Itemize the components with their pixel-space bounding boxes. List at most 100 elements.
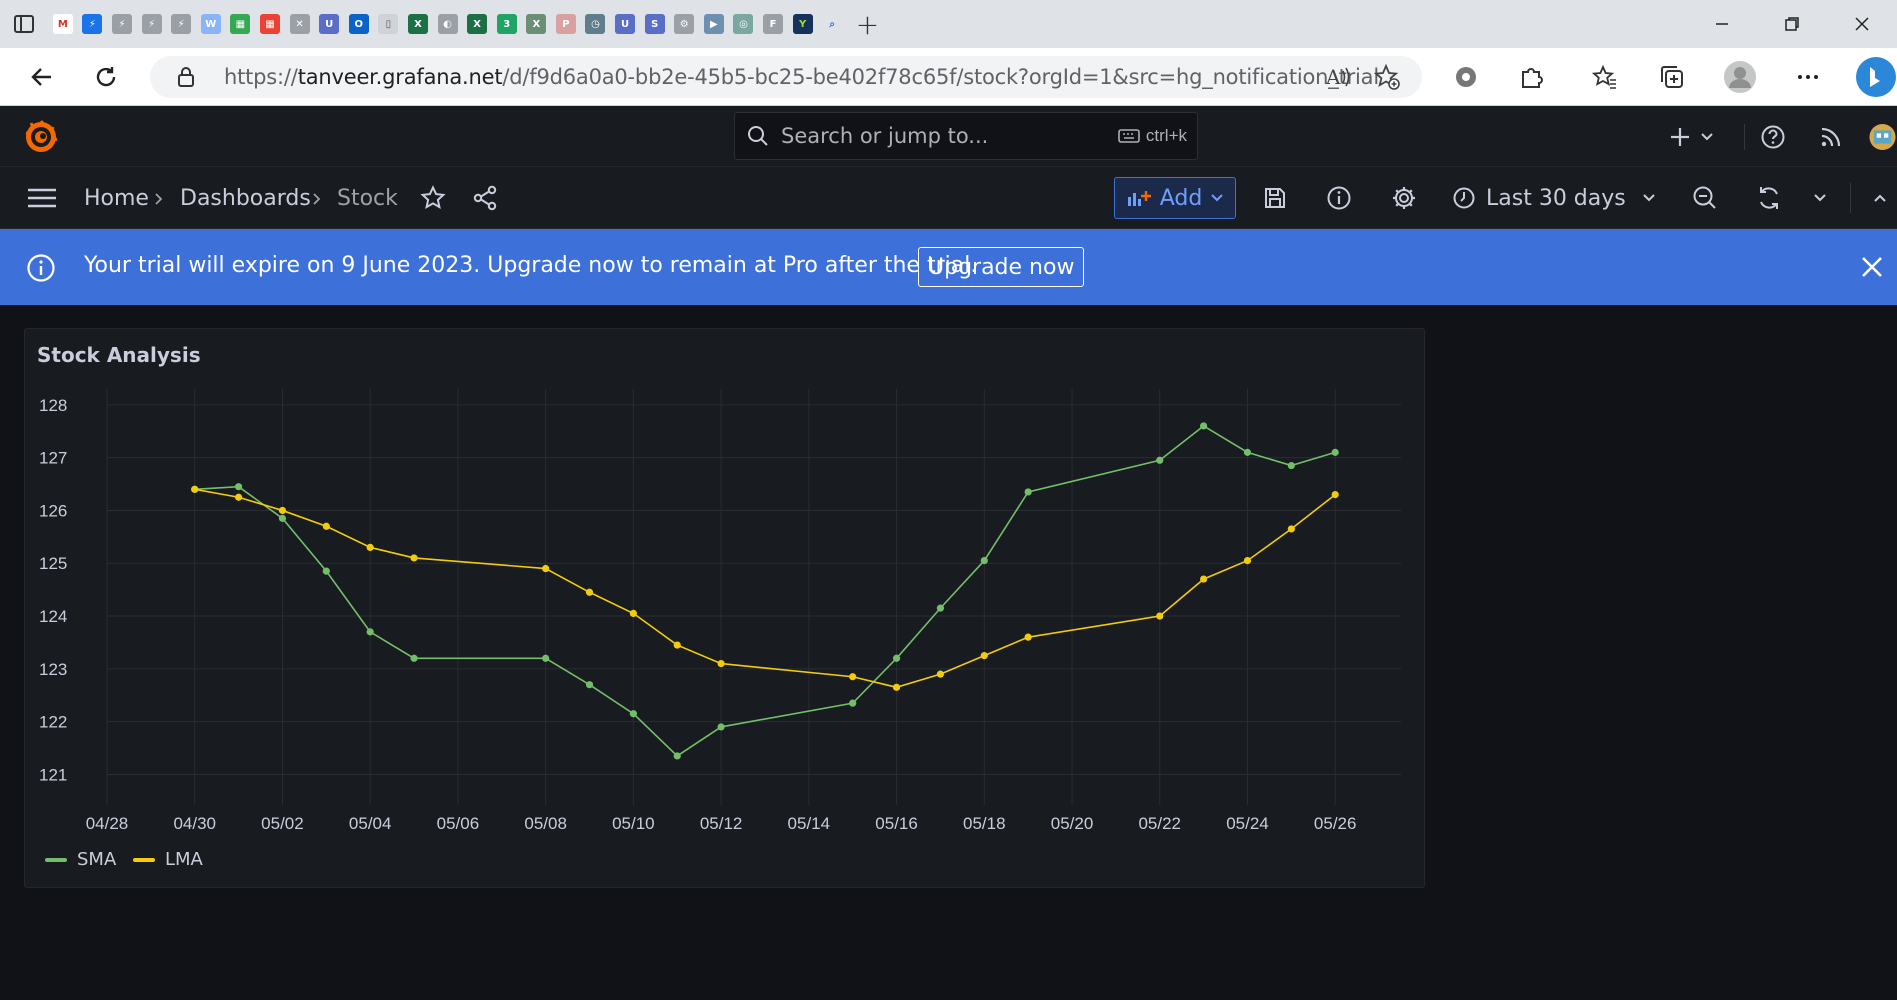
data-point-sma — [322, 567, 330, 575]
legend-item-sma[interactable]: SMA — [45, 849, 116, 870]
new-menu-button[interactable] — [1668, 122, 1718, 152]
bing-copilot-icon[interactable] — [1852, 55, 1896, 99]
app-favicon-icon: 3 — [496, 14, 517, 34]
data-point-sma — [542, 654, 550, 662]
data-point-lma — [1243, 557, 1252, 565]
clock-tab[interactable]: ◷ — [581, 0, 611, 48]
favorites-icon[interactable] — [1583, 55, 1627, 99]
series-line-sma — [194, 424, 1336, 757]
app-tab[interactable]: W — [196, 0, 226, 48]
data-point-lma — [1156, 612, 1164, 620]
menu-icon[interactable] — [24, 183, 60, 213]
close-banner-icon[interactable] — [1858, 253, 1886, 281]
data-point-sma — [585, 681, 594, 689]
x-tick-label: 04/28 — [86, 814, 129, 833]
collections-icon[interactable] — [1650, 55, 1694, 99]
data-point-sma — [673, 752, 681, 760]
x-tick-label: 05/22 — [1138, 814, 1181, 833]
app-tab[interactable]: ◎ — [729, 0, 759, 48]
add-favorite-icon[interactable] — [1373, 63, 1400, 95]
grafana-logo-icon[interactable] — [22, 118, 60, 156]
restore-button[interactable] — [1757, 0, 1827, 48]
chevron-down-icon — [1642, 193, 1656, 203]
legend-swatch-sma — [45, 857, 67, 862]
add-button[interactable]: Add — [1114, 177, 1236, 219]
excel-tab[interactable]: X — [462, 0, 492, 48]
app-tab[interactable]: ▶ — [699, 0, 729, 48]
back-icon[interactable] — [20, 55, 64, 99]
user-avatar[interactable] — [1868, 118, 1897, 156]
breadcrumb-dashboards[interactable]: Dashboards — [180, 186, 311, 211]
lock-icon[interactable] — [176, 66, 196, 93]
save-icon[interactable] — [1260, 183, 1290, 213]
pdf-favicon-icon: P — [555, 14, 576, 34]
app-tab[interactable]: ◐ — [433, 0, 463, 48]
time-range-picker[interactable]: Last 30 days — [1452, 177, 1656, 219]
app-tab[interactable]: ▦ — [255, 0, 285, 48]
excel-tab[interactable]: X — [522, 0, 552, 48]
app-tab[interactable]: Y — [788, 0, 818, 48]
window-controls — [1687, 0, 1897, 48]
info-circle-icon — [26, 253, 56, 283]
app-tab[interactable]: ✕ — [285, 0, 315, 48]
app-tab[interactable]: ⚡ — [137, 0, 167, 48]
settings-gear-icon[interactable] — [1389, 183, 1419, 213]
info-icon[interactable] — [1324, 183, 1354, 213]
grafana-top-bar: Search or jump to... ctrl+k — [0, 106, 1897, 167]
app-tab[interactable]: F — [758, 0, 788, 48]
app-favicon-icon: F — [763, 14, 784, 34]
address-bar[interactable]: https://tanveer.grafana.net/d/f9d6a0a0-b… — [150, 56, 1422, 98]
app-tab[interactable]: ⚡ — [78, 0, 108, 48]
app-favicon-icon: ▦ — [259, 14, 280, 34]
collapse-chevron-up-icon[interactable] — [1868, 187, 1892, 209]
refresh-dashboard-icon[interactable] — [1754, 183, 1784, 213]
unilever-tab[interactable]: U — [610, 0, 640, 48]
tab-actions-icon[interactable] — [0, 0, 48, 48]
read-aloud-icon[interactable]: A — [1325, 65, 1352, 94]
refresh-interval-chevron-icon[interactable] — [1808, 187, 1832, 209]
refresh-icon[interactable] — [84, 55, 128, 99]
time-series-chart[interactable]: 121 122 123 124 125 126 127 128 04/28 04/30 05/02 0… — [25, 329, 1426, 889]
breadcrumb-home[interactable]: Home — [84, 186, 149, 211]
app-tab[interactable]: ▦ — [226, 0, 256, 48]
app-tab[interactable]: ⚙ — [669, 0, 699, 48]
share-icon[interactable] — [470, 183, 500, 213]
extension-icon[interactable] — [1444, 55, 1488, 99]
pdf-tab[interactable]: P — [551, 0, 581, 48]
app-tab[interactable]: 3 — [492, 0, 522, 48]
search-favicon-icon: ⌕ — [822, 14, 843, 34]
more-options-icon[interactable] — [1786, 55, 1830, 99]
zoom-out-icon[interactable] — [1690, 183, 1720, 213]
search-input[interactable]: Search or jump to... ctrl+k — [734, 112, 1198, 160]
app-favicon-icon: ⚡ — [111, 14, 132, 34]
upgrade-now-button[interactable]: Upgrade now — [918, 247, 1085, 287]
app-favicon-icon: ⚡ — [82, 14, 103, 34]
gmail-tab[interactable]: M — [48, 0, 78, 48]
keyboard-shortcut: ctrl+k — [1118, 126, 1187, 146]
doc-tab[interactable]: ▯ — [374, 0, 404, 48]
data-point-sma — [1243, 448, 1252, 456]
data-point-lma — [234, 493, 243, 501]
legend-item-lma[interactable]: LMA — [133, 849, 203, 870]
star-icon[interactable] — [418, 183, 448, 213]
svg-text:A: A — [1326, 65, 1341, 89]
stock-analysis-panel[interactable]: Stock Analysis 121 122 123 124 125 126 127 128 0… — [24, 328, 1425, 888]
app-tab[interactable]: ⚡ — [107, 0, 137, 48]
unilever-tab[interactable]: U — [314, 0, 344, 48]
app-favicon-icon: Y — [792, 14, 813, 34]
search-tab[interactable]: ⌕ — [817, 0, 845, 48]
extensions-puzzle-icon[interactable] — [1510, 55, 1554, 99]
minimize-button[interactable] — [1687, 0, 1757, 48]
outlook-tab[interactable]: O — [344, 0, 374, 48]
close-window-button[interactable] — [1827, 0, 1897, 48]
data-point-lma — [1200, 575, 1208, 583]
data-point-sma — [1331, 448, 1339, 456]
new-tab-button[interactable]: + — [846, 0, 890, 48]
app-tab[interactable]: ⚡ — [166, 0, 196, 48]
news-rss-icon[interactable] — [1816, 122, 1846, 152]
app-tab[interactable]: S — [640, 0, 670, 48]
y-tick-label: 127 — [39, 449, 67, 468]
profile-avatar[interactable] — [1718, 55, 1762, 99]
help-icon[interactable] — [1758, 122, 1788, 152]
excel-tab[interactable]: X — [403, 0, 433, 48]
